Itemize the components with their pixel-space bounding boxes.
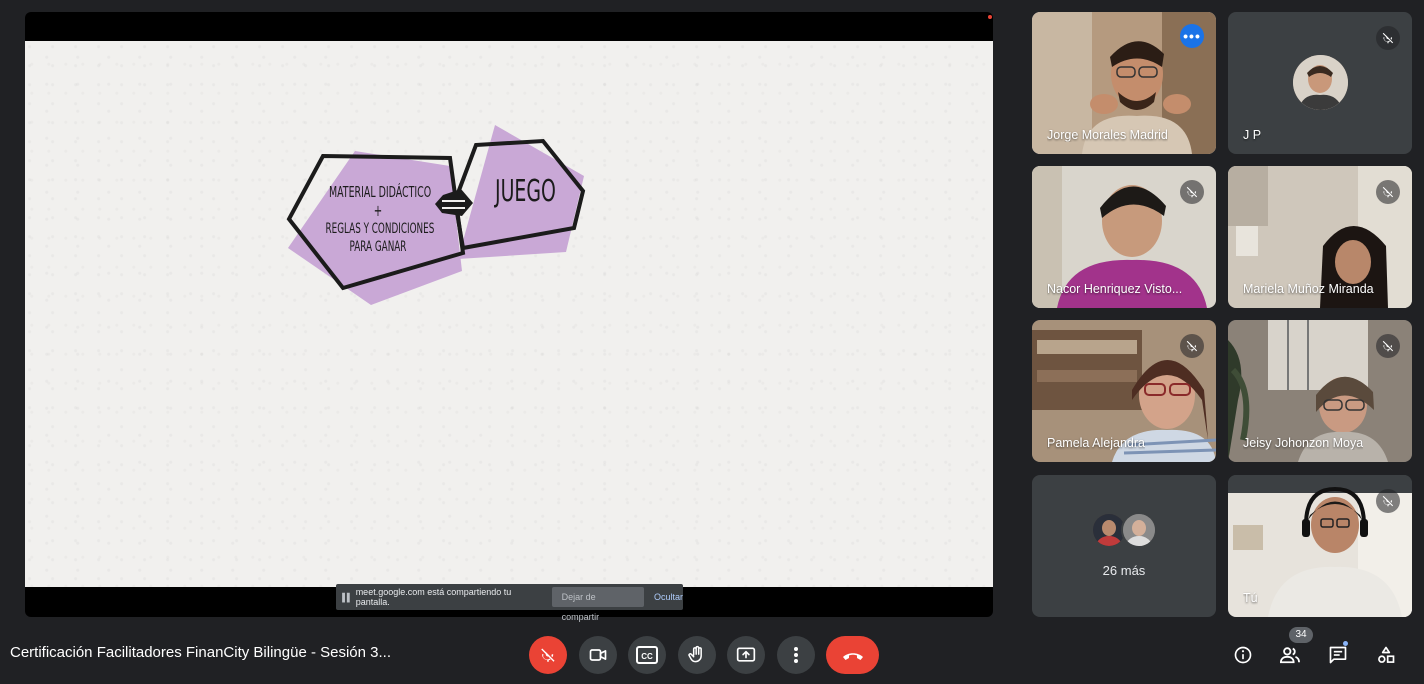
avatar — [1293, 55, 1348, 110]
camera-icon — [589, 649, 607, 661]
mic-off-icon — [1376, 26, 1400, 50]
closed-captions-icon: CC — [636, 646, 658, 664]
slide-text-material: Material didáctico — [329, 183, 432, 201]
participant-name: Tú — [1243, 591, 1258, 605]
participant-tile-pamela[interactable]: Pamela Alejandra — [1032, 320, 1216, 462]
participant-tile-jp[interactable]: J P — [1228, 12, 1412, 154]
more-participants-tile[interactable]: 26 más — [1032, 475, 1216, 617]
present-icon — [736, 647, 756, 662]
hide-banner-button[interactable]: Ocultar — [654, 592, 683, 602]
people-button[interactable] — [1275, 640, 1305, 670]
participant-name: Nacor Henriquez Visto... — [1047, 282, 1183, 296]
info-icon — [1234, 646, 1252, 664]
slide-text-reglas: Reglas y condiciones — [325, 221, 435, 237]
mic-off-icon — [1180, 334, 1204, 358]
slide-text-plus: + — [373, 201, 383, 220]
participant-tile-self[interactable]: Tú — [1228, 475, 1412, 617]
chat-button[interactable] — [1323, 640, 1353, 670]
hang-up-icon — [842, 653, 863, 660]
participant-name: Jeisy Johonzon Moya — [1243, 436, 1364, 450]
activities-icon — [1378, 646, 1395, 663]
chat-icon — [1329, 646, 1347, 664]
captions-button[interactable]: CC — [628, 636, 666, 674]
mic-off-icon — [1376, 334, 1400, 358]
presentation-area: Material didáctico + Reglas y condicione… — [25, 12, 993, 617]
meeting-details-button[interactable] — [1228, 640, 1258, 670]
people-count-badge: 34 — [1289, 627, 1313, 643]
participant-name: J P — [1243, 128, 1262, 142]
participant-tile-jeisy[interactable]: Jeisy Johonzon Moya — [1228, 320, 1412, 462]
meeting-title: Certificación Facilitadores FinanCity Bi… — [10, 644, 391, 661]
more-participants-label: 26 más — [1102, 563, 1146, 578]
chat-notification-dot — [1343, 641, 1348, 646]
slide-diagram — [286, 125, 586, 305]
hand-icon — [688, 645, 702, 663]
mic-off-icon — [1376, 489, 1400, 513]
leave-call-button[interactable] — [826, 636, 879, 674]
activities-button[interactable] — [1371, 640, 1401, 670]
stop-sharing-button[interactable]: Dejar de compartir — [551, 587, 644, 622]
share-message: meet.google.com está compartiendo tu pan… — [355, 587, 512, 607]
mic-off-icon — [541, 648, 555, 662]
participant-tile-mariela[interactable]: Mariela Muñoz Miranda — [1228, 166, 1412, 308]
mic-off-icon — [1180, 180, 1204, 204]
participant-tile-jorge[interactable]: ••• Jorge Morales Madrid — [1032, 12, 1216, 154]
present-screen-button[interactable] — [727, 636, 765, 674]
microphone-toggle-button[interactable] — [529, 636, 567, 674]
participant-name: Jorge Morales Madrid — [1047, 128, 1168, 142]
more-vertical-icon — [794, 647, 798, 663]
slide-text-para-ganar: para ganar — [349, 239, 407, 255]
avatar-photo — [1293, 55, 1348, 110]
more-options-icon[interactable]: ••• — [1180, 24, 1204, 48]
captions-label: CC — [641, 652, 653, 661]
mic-off-icon — [1376, 180, 1400, 204]
more-options-button[interactable] — [777, 636, 815, 674]
shared-slide: Material didáctico + Reglas y condicione… — [25, 41, 993, 587]
people-icon — [1279, 647, 1300, 664]
raise-hand-button[interactable] — [678, 636, 716, 674]
pause-icon: ▌▌ — [342, 592, 352, 602]
participant-tile-nacor[interactable]: Nacor Henriquez Visto... — [1032, 166, 1216, 308]
camera-toggle-button[interactable] — [579, 636, 617, 674]
participant-name: Mariela Muñoz Miranda — [1243, 282, 1374, 296]
slide-text-juego: Juego — [495, 174, 556, 209]
avatar — [1121, 512, 1157, 548]
recording-indicator — [988, 15, 992, 19]
participant-name: Pamela Alejandra — [1047, 436, 1145, 450]
screen-share-banner: ▌▌ meet.google.com está compartiendo tu … — [336, 584, 683, 622]
